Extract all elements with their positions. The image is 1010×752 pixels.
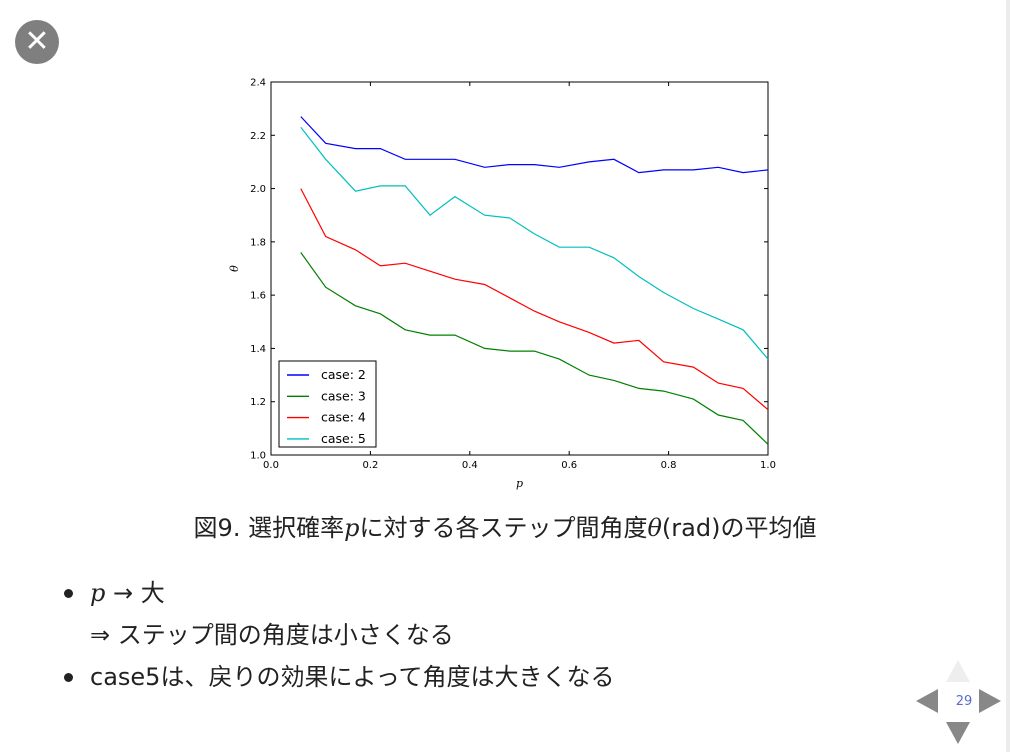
legend-label: case: 3 — [321, 388, 366, 403]
legend-label: case: 4 — [321, 410, 366, 425]
x-tick-label: 0.2 — [362, 460, 378, 471]
bullet-1-arrow: → — [113, 579, 134, 607]
close-icon: ✕ — [24, 24, 50, 59]
bullet-dot — [64, 589, 73, 598]
bullet-1-sub: ステップ間の角度は小さくなる — [117, 621, 454, 649]
x-tick-label: 1.0 — [760, 460, 776, 471]
scrollbar-edge — [1006, 0, 1010, 752]
arrow-left-icon[interactable] — [916, 689, 938, 713]
legend-label: case: 5 — [321, 431, 366, 446]
bullet-2-text: case5は、戻りの効果によって角度は大きくなる — [90, 663, 615, 691]
x-tick-label: 0.6 — [561, 460, 577, 471]
y-tick-label: 2.2 — [250, 131, 266, 142]
y-tick-label: 1.6 — [250, 291, 266, 302]
y-tick-label: 2.4 — [250, 78, 266, 89]
y-tick-label: 1.0 — [250, 451, 266, 462]
caption-middle: に対する各ステップ間角度 — [359, 514, 648, 542]
bullet-1-implies: ⇒ — [90, 621, 111, 649]
y-tick-label: 2.0 — [250, 184, 266, 195]
arrow-up-icon[interactable] — [946, 660, 970, 682]
y-tick-label: 1.4 — [250, 344, 266, 355]
bullet-item-2: case5は、戻りの効果によって角度は大きくなる — [62, 656, 615, 698]
page-number: 29 — [955, 694, 973, 709]
x-tick-label: 0.8 — [661, 460, 677, 471]
caption-var-p: p — [344, 514, 360, 542]
caption-prefix: 図9. 選択確率 — [193, 514, 345, 542]
bullet-1-var: p — [90, 579, 106, 607]
caption-var-theta: θ — [647, 514, 662, 542]
bullet-1-text: 大 — [140, 579, 165, 607]
arrow-down-icon[interactable] — [946, 722, 970, 744]
bullet-dot — [64, 673, 73, 682]
x-axis-label: p — [516, 477, 523, 490]
bullet-1-subline: ⇒ ステップ間の角度は小さくなる — [90, 614, 615, 656]
caption-suffix: (rad)の平均値 — [661, 514, 817, 542]
y-tick-label: 1.8 — [250, 237, 266, 248]
bullet-list: p → 大 ⇒ ステップ間の角度は小さくなる case5は、戻りの効果によって角… — [62, 572, 615, 698]
x-tick-label: 0.0 — [263, 460, 279, 471]
arrow-right-icon[interactable] — [979, 689, 1001, 713]
x-tick-label: 0.4 — [462, 460, 478, 471]
close-button[interactable]: ✕ — [15, 20, 59, 64]
line-chart: 0.0 0.2 0.4 0.6 0.8 1.0 1.0 1.2 1.4 1.6 1.8 2.0 2.2 2… — [228, 78, 776, 491]
figure-caption: 図9. 選択確率pに対する各ステップ間角度θ(rad)の平均値 — [0, 508, 1010, 543]
legend-label: case: 2 — [321, 367, 366, 382]
y-tick-label: 1.2 — [250, 397, 266, 408]
y-axis-label: θ — [228, 265, 241, 272]
bullet-item-1: p → 大 ⇒ ステップ間の角度は小さくなる — [62, 572, 615, 656]
